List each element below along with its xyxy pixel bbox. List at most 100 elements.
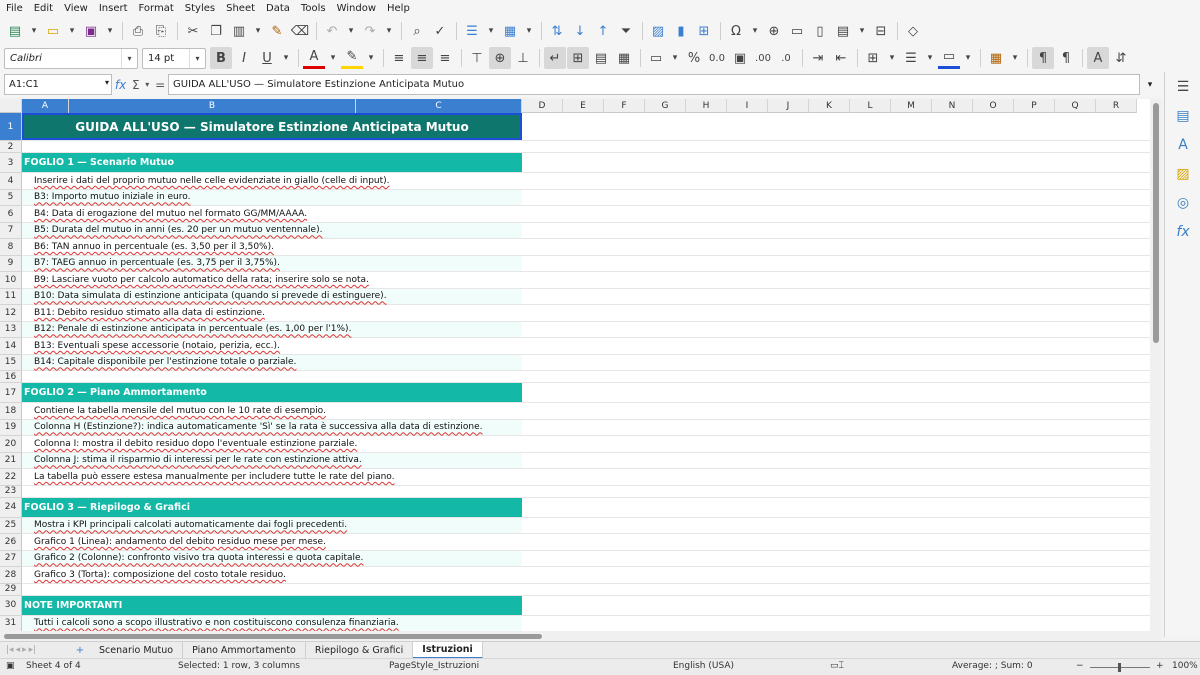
row-header-31[interactable]: 31 <box>0 615 22 631</box>
row-header-20[interactable]: 20 <box>0 436 22 453</box>
border-color-icon[interactable]: ▭ <box>938 47 960 69</box>
align-bottom-icon[interactable]: ⊥ <box>512 47 534 69</box>
instruction-cell[interactable]: B7: TAEG annuo in percentuale (es. 3,75 … <box>22 255 522 271</box>
font-size-dropdown-icon[interactable]: ▾ <box>189 48 205 68</box>
merge-cells-icon[interactable]: ▤ <box>590 47 612 69</box>
row-header-30[interactable]: 30 <box>0 595 22 616</box>
guide-title-cell[interactable]: GUIDA ALL'USO — Simulatore Estinzione An… <box>22 113 522 140</box>
sort-ascending-icon[interactable]: ↓ <box>569 20 591 42</box>
cut-icon[interactable]: ✂ <box>182 20 204 42</box>
paste-icon[interactable]: ▥ <box>228 20 250 42</box>
instruction-cell[interactable]: Grafico 2 (Colonne): confronto visivo tr… <box>22 550 522 566</box>
instruction-cell[interactable]: Colonna H (Estinzione?): indica automati… <box>22 419 522 435</box>
instruction-cell[interactable]: B9: Lasciare vuoto per calcolo automatic… <box>22 272 522 288</box>
left-to-right-icon[interactable]: ¶ <box>1032 47 1054 69</box>
column-header-q[interactable]: Q <box>1055 99 1096 113</box>
name-box[interactable]: A1:C1 ▾ <box>4 74 112 95</box>
horizontal-scroll-thumb[interactable] <box>4 634 542 639</box>
tab-piano-ammortamento[interactable]: Piano Ammortamento <box>183 641 306 659</box>
borders-icon[interactable]: ⊞ <box>862 47 884 69</box>
column-header-c[interactable]: C <box>356 99 522 113</box>
borders-dropdown-icon[interactable]: ▾ <box>885 47 899 69</box>
right-to-left-icon[interactable]: ¶ <box>1055 47 1077 69</box>
column-header-p[interactable]: P <box>1014 99 1055 113</box>
font-name-box[interactable]: Calibri ▾ <box>4 47 138 69</box>
font-color-icon[interactable]: A <box>303 47 325 69</box>
percent-format-icon[interactable]: % <box>683 47 705 69</box>
tab-riepilogo-grafici[interactable]: Riepilogo & Grafici <box>306 641 414 659</box>
undo-icon[interactable]: ↶ <box>321 20 343 42</box>
header-footer-icon[interactable]: ▯ <box>809 20 831 42</box>
instruction-cell[interactable]: Colonna I: mostra il debito residuo dopo… <box>22 436 522 452</box>
document-modified-icon[interactable]: ▣ <box>6 661 15 671</box>
underline-icon[interactable]: U <box>256 47 278 69</box>
print-icon[interactable]: ⎘ <box>150 20 172 42</box>
new-dropdown-icon[interactable]: ▾ <box>27 20 41 42</box>
sum-status[interactable]: Average: ; Sum: 0 <box>952 661 1033 671</box>
highlight-color-icon[interactable]: ✎ <box>341 47 363 69</box>
instruction-cell[interactable]: B12: Penale di estinzione anticipata in … <box>22 321 522 337</box>
row-header-10[interactable]: 10 <box>0 272 22 289</box>
delete-decimal-icon[interactable]: .0 <box>775 47 797 69</box>
sidebar-menu-icon[interactable]: ☰ <box>1165 72 1200 101</box>
pivot-table-icon[interactable]: ⊞ <box>693 20 715 42</box>
row-header-2[interactable]: 2 <box>0 141 22 153</box>
menu-item-view[interactable]: View <box>64 3 88 14</box>
column-icon[interactable]: ▦ <box>499 20 521 42</box>
name-box-dropdown-icon[interactable]: ▾ <box>105 78 109 87</box>
column-header-k[interactable]: K <box>809 99 850 113</box>
new-document-icon[interactable]: ▤ <box>4 20 26 42</box>
bold-icon[interactable]: B <box>210 47 232 69</box>
instruction-cell[interactable]: B10: Data simulata di estinzione anticip… <box>22 288 522 304</box>
menu-item-insert[interactable]: Insert <box>99 3 128 14</box>
copy-icon[interactable]: ❐ <box>205 20 227 42</box>
instruction-cell[interactable]: La tabella può essere estesa manualmente… <box>22 469 522 485</box>
column-header-m[interactable]: M <box>891 99 932 113</box>
instruction-cell[interactable]: Contiene la tabella mensile del mutuo co… <box>22 403 522 419</box>
row-header-17[interactable]: 17 <box>0 383 22 403</box>
merge-center-icon[interactable]: ⊞ <box>567 47 589 69</box>
align-center-icon[interactable]: ≡ <box>411 47 433 69</box>
find-replace-icon[interactable]: ⌕ <box>406 20 428 42</box>
tab-istruzioni[interactable]: Istruzioni <box>413 641 483 659</box>
vertical-scroll-thumb[interactable] <box>1153 103 1159 343</box>
formula-input[interactable]: GUIDA ALL'USO — Simulatore Estinzione An… <box>168 74 1140 95</box>
styles-icon[interactable]: A <box>1165 130 1200 159</box>
section-header-cell[interactable]: NOTE IMPORTANTI <box>22 595 522 615</box>
date-format-icon[interactable]: ▣ <box>729 47 751 69</box>
special-character-dropdown-icon[interactable]: ▾ <box>748 20 762 42</box>
add-decimal-icon[interactable]: .00 <box>752 47 774 69</box>
font-color-dropdown-icon[interactable]: ▾ <box>326 47 340 69</box>
section-header-cell[interactable]: FOGLIO 1 — Scenario Mutuo <box>22 153 522 172</box>
instruction-cell[interactable]: Mostra i KPI principali calcolati automa… <box>22 517 522 533</box>
menu-item-data[interactable]: Data <box>266 3 290 14</box>
instruction-cell[interactable]: B6: TAN annuo in percentuale (es. 3,50 p… <box>22 239 522 255</box>
prev-sheet-icon[interactable]: ◂ <box>16 645 21 655</box>
row-header-5[interactable]: 5 <box>0 189 22 206</box>
sort-descending-icon[interactable]: ↑ <box>592 20 614 42</box>
column-header-l[interactable]: L <box>850 99 891 113</box>
paste-dropdown-icon[interactable]: ▾ <box>251 20 265 42</box>
column-header-e[interactable]: E <box>563 99 604 113</box>
spelling-icon[interactable]: ✓ <box>429 20 451 42</box>
properties-icon[interactable]: ▤ <box>1165 101 1200 130</box>
row-header-23[interactable]: 23 <box>0 485 22 498</box>
menu-item-format[interactable]: Format <box>139 3 174 14</box>
print-area-dropdown-icon[interactable]: ▾ <box>855 20 869 42</box>
align-right-icon[interactable]: ≡ <box>434 47 456 69</box>
vertical-scrollbar[interactable] <box>1150 99 1162 631</box>
insert-image-icon[interactable]: ▨ <box>647 20 669 42</box>
cell-area[interactable]: GUIDA ALL'USO — Simulatore Estinzione An… <box>22 113 1162 631</box>
formula-equals-icon[interactable]: = <box>155 78 165 92</box>
navigator-icon[interactable]: ◎ <box>1165 188 1200 217</box>
page-style[interactable]: PageStyle_Istruzioni <box>389 661 479 671</box>
text-direction-icon[interactable]: ⇵ <box>1110 47 1132 69</box>
row-header-19[interactable]: 19 <box>0 419 22 436</box>
menu-item-help[interactable]: Help <box>387 3 410 14</box>
redo-icon[interactable]: ↷ <box>359 20 381 42</box>
row-header-13[interactable]: 13 <box>0 321 22 338</box>
align-left-icon[interactable]: ≡ <box>388 47 410 69</box>
column-header-d[interactable]: D <box>522 99 563 113</box>
row-header-8[interactable]: 8 <box>0 239 22 256</box>
conditional-format-icon[interactable]: ▦ <box>985 47 1007 69</box>
